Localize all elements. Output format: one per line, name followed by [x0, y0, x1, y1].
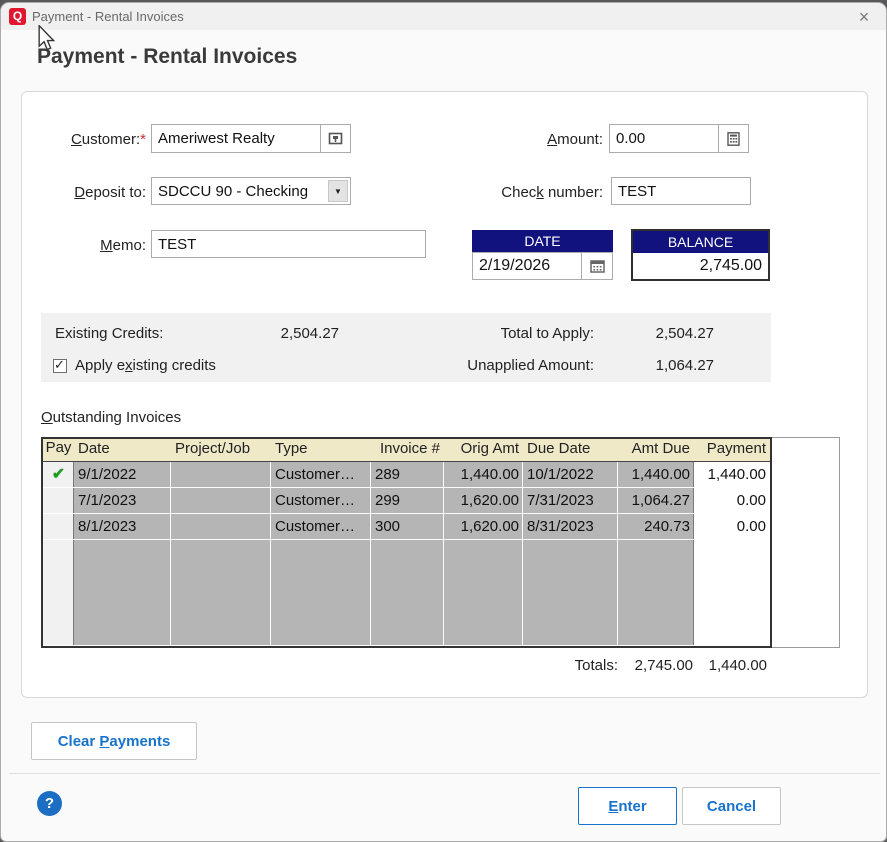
required-asterisk: *: [140, 131, 146, 148]
check-number-label: Check number:: [471, 184, 603, 201]
col-header-pay[interactable]: Pay: [43, 439, 74, 461]
mouse-cursor-icon: [37, 25, 55, 51]
cell-date[interactable]: 7/1/2023: [74, 488, 171, 514]
screen: Q Payment - Rental Invoices × Payment - …: [0, 0, 887, 842]
date-header: DATE: [472, 230, 613, 252]
cell-type[interactable]: Customer…: [271, 488, 371, 514]
calendar-button[interactable]: [581, 253, 612, 279]
col-header-invoice-number[interactable]: Invoice #: [371, 439, 444, 461]
close-icon[interactable]: ×: [852, 5, 876, 29]
col-header-payment[interactable]: Payment: [694, 439, 770, 461]
date-box: DATE 2/19/2026: [472, 230, 613, 280]
cell-type[interactable]: Customer…: [271, 514, 371, 540]
total-to-apply-label: Total to Apply:: [451, 325, 594, 342]
invoices-table: Pay Date Project/Job Type Invoice # Orig…: [41, 437, 772, 648]
cell-project[interactable]: [171, 488, 271, 514]
cell-invoice[interactable]: 289: [371, 462, 444, 488]
deposit-to-label: Deposit to:: [21, 184, 146, 201]
table-header-row: Pay Date Project/Job Type Invoice # Orig…: [43, 439, 770, 462]
help-icon[interactable]: ?: [37, 791, 62, 816]
cancel-button[interactable]: Cancel: [682, 787, 781, 825]
cell-payment[interactable]: 0.00: [694, 514, 770, 540]
date-input[interactable]: 2/19/2026: [473, 253, 581, 279]
balance-box: BALANCE 2,745.00: [631, 229, 770, 281]
totals-payment: 1,440.00: [695, 657, 767, 674]
existing-credits-label: Existing Credits:: [55, 325, 163, 342]
cell-pay[interactable]: [43, 514, 74, 540]
cell-date[interactable]: 9/1/2022: [74, 462, 171, 488]
calculator-icon: [727, 132, 740, 146]
unapplied-amount-value: 1,064.27: [614, 357, 714, 374]
col-header-due-date[interactable]: Due Date: [523, 439, 618, 461]
page-title: Payment - Rental Invoices: [37, 45, 297, 69]
title-bar[interactable]: Q Payment - Rental Invoices ×: [1, 3, 886, 30]
table-row[interactable]: ✔9/1/2022Customer…2891,440.0010/1/20221,…: [43, 462, 770, 488]
app-logo-icon: Q: [9, 8, 26, 25]
invoice-rows: ✔9/1/2022Customer…2891,440.0010/1/20221,…: [43, 462, 770, 645]
payment-dialog: Q Payment - Rental Invoices × Payment - …: [0, 2, 887, 842]
clear-payments-button[interactable]: Clear Payments: [31, 722, 197, 760]
balance-value: 2,745.00: [633, 253, 768, 279]
cell-project[interactable]: [171, 514, 271, 540]
table-row[interactable]: 8/1/2023 Customer…3001,620.008/31/2023240…: [43, 514, 770, 540]
cell-payment[interactable]: 1,440.00: [694, 462, 770, 488]
col-header-orig-amt[interactable]: Orig Amt: [444, 439, 523, 461]
footer-divider: [9, 773, 880, 774]
col-header-date[interactable]: Date: [74, 439, 171, 461]
total-to-apply-value: 2,504.27: [614, 325, 714, 342]
unapplied-amount-label: Unapplied Amount:: [451, 357, 594, 374]
checkbox-tick-icon: ✓: [54, 357, 65, 373]
outstanding-invoices-label: Outstanding Invoices: [41, 409, 181, 426]
enter-button[interactable]: Enter: [578, 787, 677, 825]
cell-due-date[interactable]: 7/31/2023: [523, 488, 618, 514]
check-number-input[interactable]: TEST: [611, 177, 751, 205]
cell-orig-amt[interactable]: 1,620.00: [444, 514, 523, 540]
amount-label: Amount:: [481, 131, 603, 148]
cell-pay[interactable]: ✔: [43, 462, 74, 488]
invoices-table-frame: Pay Date Project/Job Type Invoice # Orig…: [41, 437, 840, 648]
cell-project[interactable]: [171, 462, 271, 488]
amount-input[interactable]: 0.00: [609, 124, 719, 153]
cell-due-date[interactable]: 8/31/2023: [523, 514, 618, 540]
paid-check-icon: ✔: [52, 466, 65, 483]
cell-amt-due[interactable]: 1,440.00: [618, 462, 694, 488]
calendar-icon: [590, 259, 605, 273]
col-header-amt-due[interactable]: Amt Due: [618, 439, 694, 461]
totals-amt-due: 2,745.00: [618, 657, 693, 674]
apply-credits-label[interactable]: Apply existing credits: [75, 357, 216, 374]
totals-label: Totals:: [481, 657, 618, 674]
chevron-down-icon[interactable]: ▼: [328, 180, 348, 202]
customer-lookup-button[interactable]: [320, 124, 351, 153]
col-header-type[interactable]: Type: [271, 439, 371, 461]
cell-amt-due[interactable]: 1,064.27: [618, 488, 694, 514]
customer-input[interactable]: Ameriwest Realty: [151, 124, 321, 153]
cell-payment[interactable]: 0.00: [694, 488, 770, 514]
cell-orig-amt[interactable]: 1,440.00: [444, 462, 523, 488]
customer-label: Customer:*: [21, 131, 146, 148]
cell-amt-due[interactable]: 240.73: [618, 514, 694, 540]
cell-invoice[interactable]: 299: [371, 488, 444, 514]
table-row[interactable]: 7/1/2023 Customer…2991,620.007/31/20231,0…: [43, 488, 770, 514]
balance-header: BALANCE: [633, 231, 768, 253]
cell-type[interactable]: Customer…: [271, 462, 371, 488]
apply-credits-checkbox[interactable]: ✓: [53, 359, 67, 373]
col-header-project-job[interactable]: Project/Job: [171, 439, 271, 461]
existing-credits-value: 2,504.27: [239, 325, 339, 342]
calculator-button[interactable]: [718, 124, 749, 153]
cell-due-date[interactable]: 10/1/2022: [523, 462, 618, 488]
memo-label: Memo:: [21, 237, 146, 254]
memo-input[interactable]: TEST: [151, 230, 426, 258]
deposit-to-select[interactable]: SDCCU 90 - Checking ▼: [151, 177, 351, 205]
cell-date[interactable]: 8/1/2023: [74, 514, 171, 540]
window-title: Payment - Rental Invoices: [32, 9, 184, 24]
cell-invoice[interactable]: 300: [371, 514, 444, 540]
cell-orig-amt[interactable]: 1,620.00: [444, 488, 523, 514]
cell-pay[interactable]: [43, 488, 74, 514]
lookup-list-icon: [328, 132, 343, 145]
